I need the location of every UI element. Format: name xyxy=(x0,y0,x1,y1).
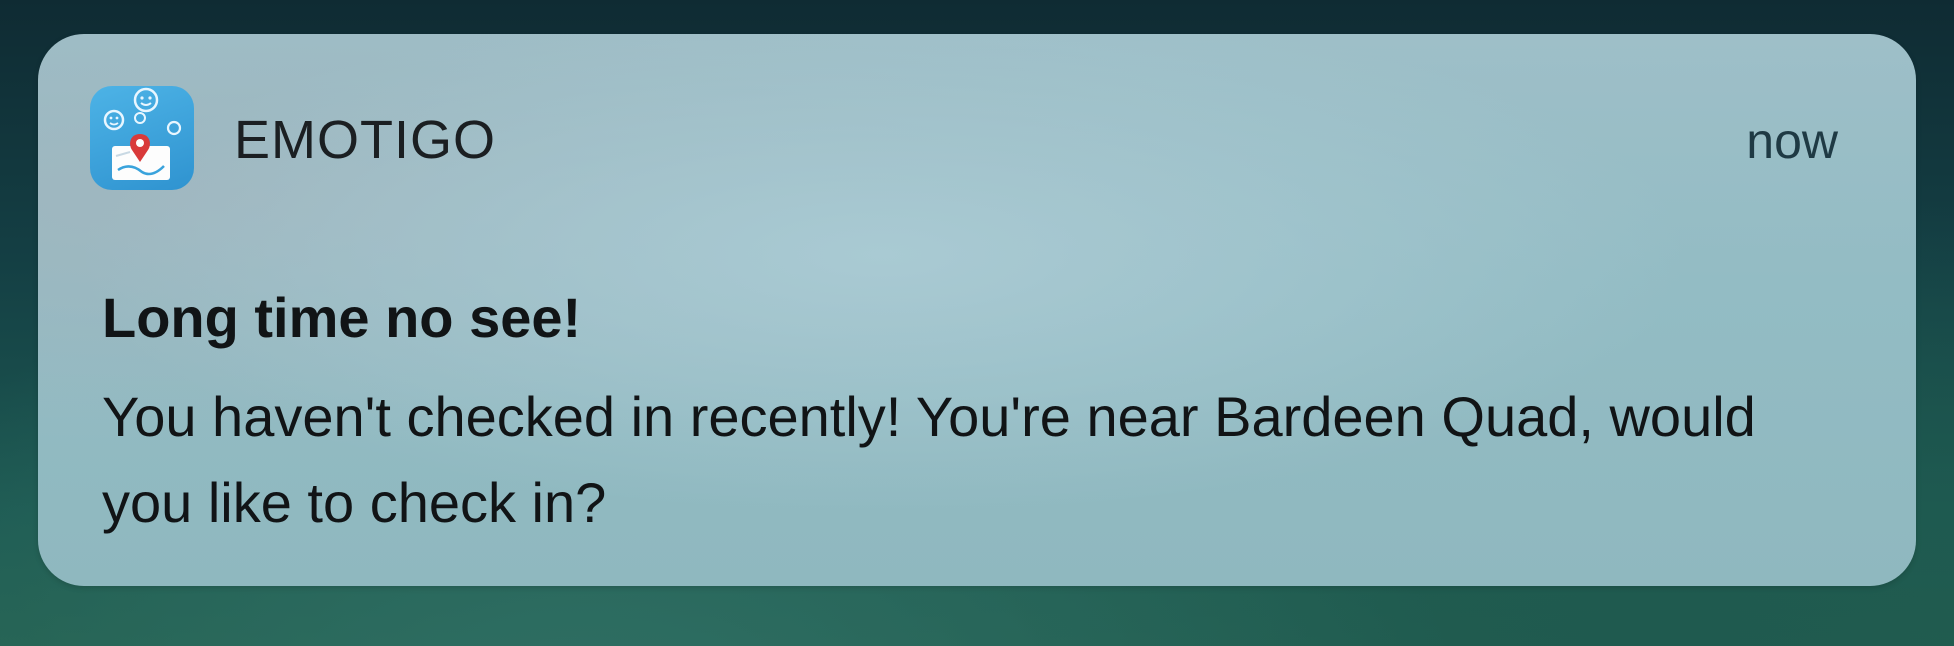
notification-header: EMOTIGO now xyxy=(90,86,1838,190)
emotigo-app-icon xyxy=(90,86,194,190)
notification-body: You haven't checked in recently! You're … xyxy=(102,385,1756,534)
notification-timestamp: now xyxy=(1746,113,1838,169)
notification-banner[interactable]: EMOTIGO now Long time no see! You haven'… xyxy=(38,34,1916,586)
notification-title: Long time no see! xyxy=(102,286,582,349)
emotigo-icon-graphic xyxy=(103,87,182,180)
app-name: EMOTIGO xyxy=(234,110,496,170)
